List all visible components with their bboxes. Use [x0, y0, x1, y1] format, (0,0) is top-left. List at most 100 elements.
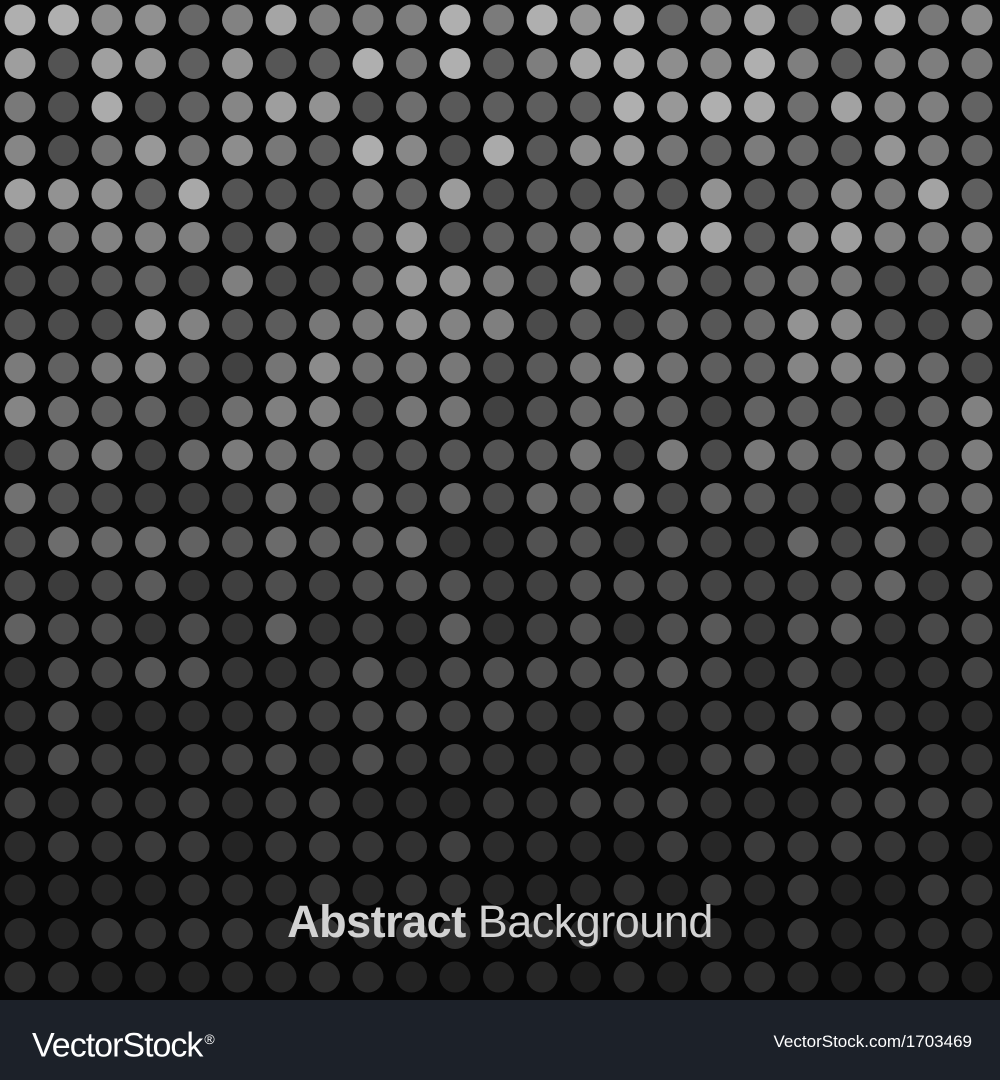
pattern-dot — [265, 222, 297, 253]
pattern-dot — [4, 744, 36, 775]
pattern-dot — [570, 961, 601, 993]
pattern-dot — [483, 265, 514, 297]
pattern-dot — [787, 700, 819, 732]
pattern-dot — [48, 787, 79, 819]
pattern-dot — [265, 483, 297, 514]
pattern-dot — [135, 483, 166, 514]
pattern-dot — [396, 570, 427, 601]
pattern-dot — [91, 178, 123, 210]
pattern-dot — [439, 265, 471, 297]
pattern-dot — [526, 91, 558, 123]
pattern-dot — [613, 91, 645, 123]
pattern-dot — [396, 526, 427, 558]
pattern-dot — [352, 352, 384, 384]
pattern-dot — [265, 48, 297, 79]
pattern-dot — [265, 961, 297, 993]
pattern-dot — [352, 135, 384, 166]
pattern-dot — [352, 700, 384, 732]
pattern-dot — [657, 526, 688, 558]
pattern-dot — [178, 700, 210, 732]
pattern-dot — [787, 352, 819, 384]
pattern-dot — [352, 657, 384, 688]
pattern-dot — [483, 787, 514, 819]
pattern-dot — [439, 396, 471, 427]
pattern-dot — [744, 309, 775, 340]
pattern-dot — [831, 744, 862, 775]
pattern-dot — [178, 657, 210, 688]
pattern-dot — [570, 135, 601, 166]
pattern-dot — [831, 91, 862, 123]
pattern-dot — [787, 657, 819, 688]
pattern-dot — [787, 483, 819, 514]
pattern-dot — [526, 48, 558, 79]
pattern-dot — [831, 526, 862, 558]
pattern-dot — [309, 700, 340, 732]
pattern-dot — [439, 744, 471, 775]
pattern-dot — [222, 961, 253, 993]
pattern-dot — [222, 265, 253, 297]
pattern-dot — [309, 4, 340, 36]
pattern-dot — [700, 831, 732, 862]
pattern-dot — [831, 483, 862, 514]
pattern-dot — [265, 831, 297, 862]
pattern-dot — [4, 91, 36, 123]
pattern-dot — [787, 309, 819, 340]
pattern-dot — [918, 352, 949, 384]
pattern-dot — [222, 787, 253, 819]
pattern-dot — [309, 787, 340, 819]
pattern-dot — [4, 135, 36, 166]
pattern-dot — [526, 526, 558, 558]
pattern-dot — [135, 309, 166, 340]
pattern-dot — [483, 135, 514, 166]
pattern-dot — [48, 831, 79, 862]
pattern-dot — [918, 700, 949, 732]
pattern-dot — [526, 700, 558, 732]
pattern-dot — [178, 222, 210, 253]
pattern-dot — [265, 700, 297, 732]
pattern-dot — [439, 613, 471, 645]
pattern-dot — [918, 48, 949, 79]
pattern-dot — [352, 483, 384, 514]
pattern-dot — [787, 613, 819, 645]
pattern-dot — [352, 48, 384, 79]
pattern-dot — [91, 135, 123, 166]
pattern-dot — [483, 744, 514, 775]
pattern-dot — [439, 48, 471, 79]
pattern-dot — [961, 48, 993, 79]
pattern-dot — [352, 91, 384, 123]
pattern-dot — [526, 396, 558, 427]
pattern-dot — [918, 396, 949, 427]
pattern-dot — [4, 483, 36, 514]
pattern-dot — [483, 526, 514, 558]
pattern-dot — [222, 309, 253, 340]
pattern-dot — [135, 526, 166, 558]
pattern-dot — [48, 352, 79, 384]
pattern-dot — [874, 396, 906, 427]
pattern-dot — [483, 961, 514, 993]
pattern-dot — [744, 352, 775, 384]
pattern-dot — [526, 178, 558, 210]
pattern-dot — [526, 222, 558, 253]
pattern-dot — [657, 352, 688, 384]
pattern-dot — [439, 483, 471, 514]
pattern-dot — [918, 178, 949, 210]
pattern-dot — [874, 787, 906, 819]
pattern-dot — [613, 439, 645, 471]
pattern-dot — [874, 178, 906, 210]
pattern-dot — [570, 222, 601, 253]
pattern-dot — [570, 4, 601, 36]
pattern-dot — [700, 352, 732, 384]
pattern-dot — [526, 613, 558, 645]
pattern-dot — [4, 178, 36, 210]
pattern-dot — [700, 309, 732, 340]
pattern-dot — [918, 657, 949, 688]
pattern-dot — [439, 352, 471, 384]
pattern-dot — [439, 787, 471, 819]
pattern-dot — [135, 265, 166, 297]
pattern-dot — [222, 439, 253, 471]
vectorstock-logo: VectorStock ® — [32, 1015, 215, 1064]
pattern-dot — [526, 309, 558, 340]
pattern-dot — [700, 178, 732, 210]
pattern-dot — [396, 700, 427, 732]
pattern-dot — [918, 570, 949, 601]
